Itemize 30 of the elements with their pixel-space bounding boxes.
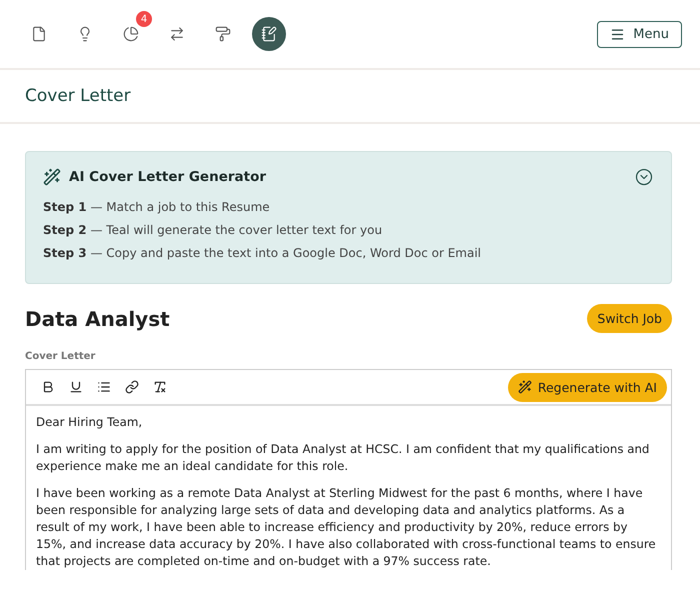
field-label: Cover Letter [25, 351, 96, 362]
letter-paragraph: I have been working as a remote Data Analyst at Sterling Midwest for the past 6 months, where I have been responsible for analyzing large sets of data and developing data and analytics platforms. As a result of my work, I have been able to increase efficiency and productivity by 20%, reduce errors by 15%, and increase data accuracy by 20%. I have also collaborated with cross-functional teams to ensure that projects are completed on-time and on-budget with a 97% success rate. [36, 485, 657, 570]
magic-wand-icon [518, 380, 532, 394]
cover-letter-editor[interactable] [25, 369, 672, 570]
bold-icon[interactable] [41, 380, 55, 394]
letter-paragraph: Dear Hiring Team, [36, 414, 144, 431]
notebook-pen-icon [261, 26, 277, 42]
underline-icon[interactable] [69, 380, 83, 394]
magic-wand-icon [43, 168, 61, 186]
step-text: Step 3 — Copy and paste the text into a Google Doc, Word Doc or Email [43, 246, 482, 260]
step-text: Step 2 — Teal will generate the cover letter text for you [43, 223, 384, 237]
pie-chart-icon [123, 26, 139, 42]
clear-format-icon[interactable] [153, 380, 167, 394]
menu-icon [610, 26, 626, 42]
letter-paragraph: I am writing to apply for the position of Data Analyst at HCSC. I am confident that my qualifications and experience make me an ideal candidate for this role. [36, 441, 650, 475]
nav-button[interactable] [252, 17, 286, 51]
link-icon[interactable] [125, 380, 139, 394]
switch-job-button[interactable]: Switch Job [587, 304, 672, 333]
list-icon[interactable] [97, 380, 111, 394]
card-title: AI Cover Letter Generator [69, 169, 268, 185]
menu-button[interactable]: Menu [597, 20, 682, 48]
page-title: Cover Letter [25, 86, 131, 106]
regenerate-button[interactable]: Regenerate with AI [508, 372, 667, 402]
document-icon [31, 26, 47, 42]
swap-arrows-icon [169, 26, 185, 42]
expand-toggle-icon[interactable] [635, 168, 653, 186]
job-title: Data Analyst [25, 306, 170, 330]
notification-badge: 4 [136, 11, 152, 27]
step-text: Step 1 — Match a job to this Resume [43, 200, 271, 214]
paint-roller-icon [215, 26, 231, 42]
